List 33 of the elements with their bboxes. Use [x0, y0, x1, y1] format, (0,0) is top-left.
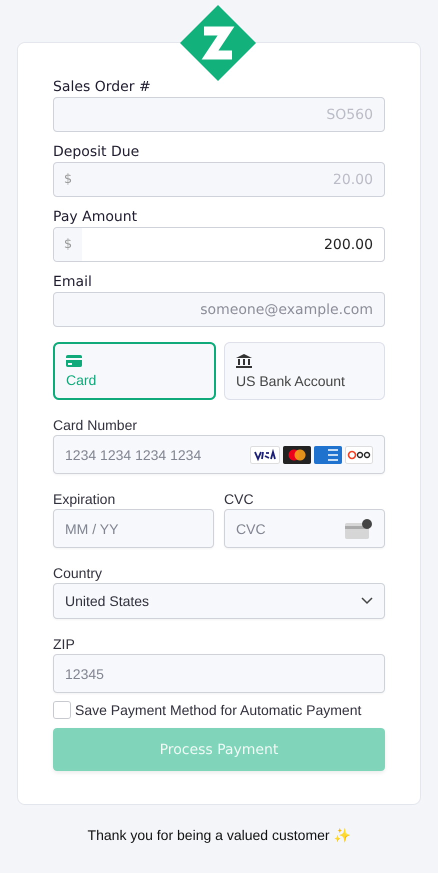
payment-method-tab[interactable]: US Bank Account [224, 342, 385, 400]
country-select[interactable]: United States [53, 583, 385, 619]
email-field[interactable]: someone@example.com [53, 292, 385, 327]
pay-amount-input[interactable]: 200.00 [82, 228, 384, 261]
field-label: Email [53, 273, 93, 291]
cvc-field[interactable]: CVC [224, 509, 385, 548]
payment-method-tab[interactable]: Card [53, 342, 216, 400]
field-label: Expiration [53, 490, 116, 508]
currency-symbol: $ [54, 228, 82, 261]
field-label: CVC [224, 490, 255, 508]
card-brand-icon [283, 446, 311, 464]
card-brand-icon [345, 446, 373, 464]
card-brand-icon [314, 446, 342, 464]
field-label: Pay Amount [53, 208, 138, 226]
credit-card-icon [66, 354, 82, 366]
cvc-input[interactable]: CVC [236, 510, 339, 547]
field-label: Card Number [53, 416, 138, 434]
field-label: Deposit Due [53, 143, 140, 161]
pay-amount-field[interactable]: $ 200.00 [53, 227, 385, 262]
thank-you-message: Thank you for being a valued customer ✨ [86, 827, 352, 843]
card-number-input[interactable]: 1234 1234 1234 1234 [65, 436, 244, 473]
field-label: Sales Order # [53, 78, 152, 96]
bank-icon [236, 354, 252, 368]
checkbox[interactable] [53, 701, 71, 719]
zip-field[interactable]: 12345 [53, 654, 385, 693]
field-label: Country [53, 564, 104, 582]
card-brand-icon [250, 446, 280, 464]
expiration-field[interactable]: MM / YY [53, 509, 214, 548]
cvc-card-icon [345, 518, 373, 538]
checkbox-label: Save Payment Method for Automatic Payment [75, 702, 362, 718]
card-number-field[interactable]: 1234 1234 1234 1234 [53, 435, 385, 474]
chevron-down-icon [361, 597, 373, 605]
field-label: ZIP [53, 635, 76, 653]
